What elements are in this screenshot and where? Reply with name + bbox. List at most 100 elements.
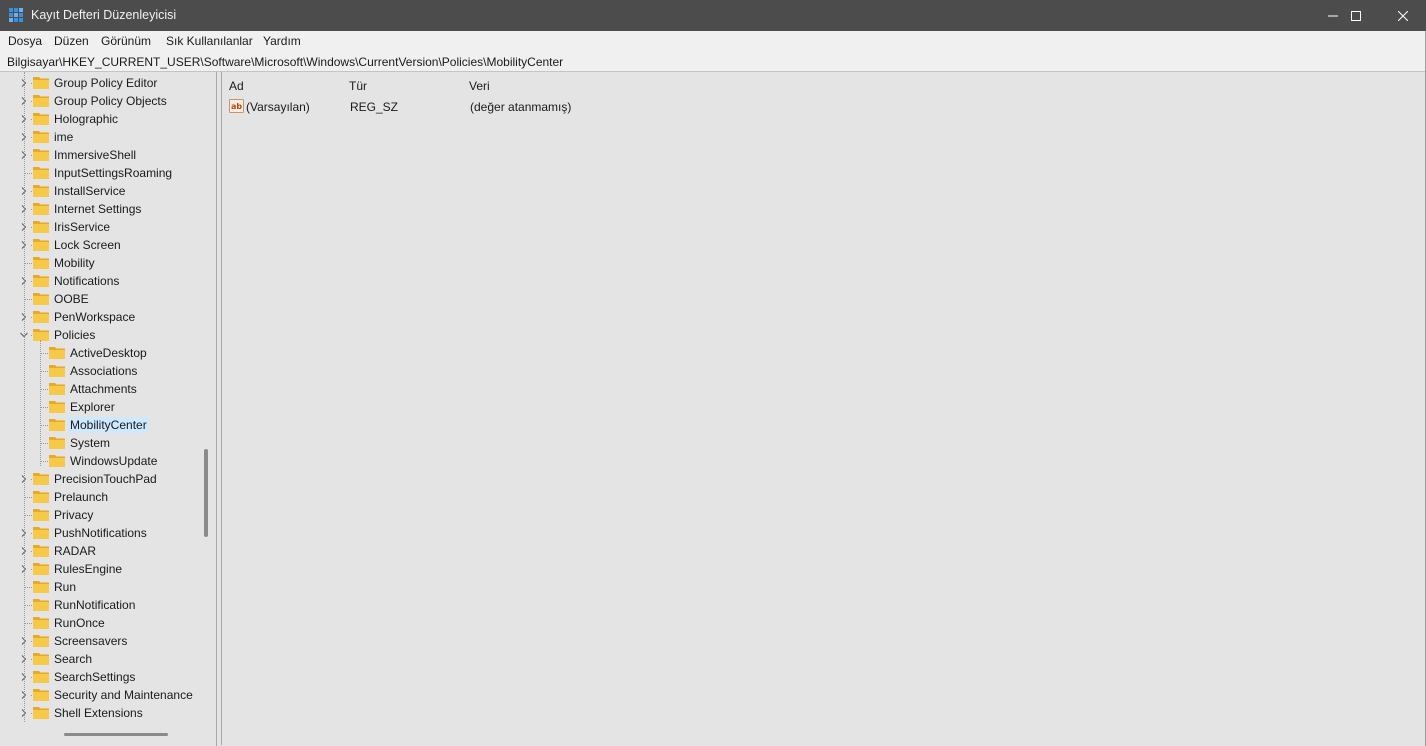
address-path[interactable]: Bilgisayar\HKEY_CURRENT_USER\Software\Mi… [7, 55, 563, 69]
tree-node-label: Associations [70, 364, 138, 378]
values-list[interactable]: Ad Tür Veri ab (Varsayılan) REG_SZ (değe… [221, 72, 1425, 745]
tree-connector-line [24, 605, 32, 606]
folder-icon [33, 329, 49, 341]
tree-vertical-scrollbar[interactable] [204, 449, 208, 537]
tree-node-explorer[interactable]: Explorer [0, 398, 210, 416]
column-header-name[interactable]: Ad [229, 79, 244, 93]
folder-icon [33, 131, 49, 143]
maximize-button[interactable] [1333, 0, 1379, 31]
tree-node-label: System [70, 436, 111, 450]
address-bar[interactable]: Bilgisayar\HKEY_CURRENT_USER\Software\Mi… [0, 52, 1426, 72]
tree-node-radar[interactable]: RADAR [0, 542, 210, 560]
folder-icon [33, 689, 49, 701]
tree-node-mobility[interactable]: Mobility [0, 254, 210, 272]
menu-dosya[interactable]: Dosya [8, 34, 42, 48]
tree-node-ime[interactable]: ime [0, 128, 210, 146]
folder-icon [33, 563, 49, 575]
menu-sik-kullanilanlar[interactable]: Sık Kullanılanlar [166, 34, 253, 48]
folder-icon [33, 509, 49, 521]
folder-icon [49, 383, 65, 395]
tree-node-precisiontouchpad[interactable]: PrecisionTouchPad [0, 470, 210, 488]
folder-icon [49, 437, 65, 449]
folder-icon [49, 419, 65, 431]
tree-node-penworkspace[interactable]: PenWorkspace [0, 308, 210, 326]
tree-node-installservice[interactable]: InstallService [0, 182, 210, 200]
tree-node-label: Lock Screen [54, 238, 121, 252]
tree-node-label: Prelaunch [54, 490, 109, 504]
tree-node-immersiveshell[interactable]: ImmersiveShell [0, 146, 210, 164]
folder-icon [33, 221, 49, 233]
folder-icon [33, 203, 49, 215]
tree-horizontal-scrollbar[interactable] [64, 733, 168, 736]
column-header-type[interactable]: Tür [349, 79, 367, 93]
tree-node-label: Notifications [54, 274, 120, 288]
folder-icon [33, 113, 49, 125]
tree-node-oobe[interactable]: OOBE [0, 290, 210, 308]
tree-node-system[interactable]: System [0, 434, 210, 452]
tree-node-label: InstallService [54, 184, 126, 198]
tree-node-windowsupdate[interactable]: WindowsUpdate [0, 452, 210, 470]
tree-connector-line [40, 407, 48, 408]
value-row[interactable]: ab (Varsayılan) REG_SZ (değer atanmamış) [227, 98, 827, 116]
tree-node-privacy[interactable]: Privacy [0, 506, 210, 524]
tree-node-lock-screen[interactable]: Lock Screen [0, 236, 210, 254]
tree-node-group-policy-objects[interactable]: Group Policy Objects [0, 92, 210, 110]
title-bar[interactable]: Kayıt Defteri Düzenleyicisi [0, 0, 1426, 31]
tree-node-screensavers[interactable]: Screensavers [0, 632, 210, 650]
tree-node-mobilitycenter[interactable]: MobilityCenter [0, 416, 210, 434]
folder-icon [33, 239, 49, 251]
menu-gorunum[interactable]: Görünüm [101, 34, 151, 48]
tree-node-label: WindowsUpdate [70, 454, 158, 468]
tree-node-prelaunch[interactable]: Prelaunch [0, 488, 210, 506]
tree-node-internet-settings[interactable]: Internet Settings [0, 200, 210, 218]
tree-node-policies[interactable]: Policies [0, 326, 210, 344]
tree-node-activedesktop[interactable]: ActiveDesktop [0, 344, 210, 362]
tree-node-inputsettingsroaming[interactable]: InputSettingsRoaming [0, 164, 210, 182]
tree-connector-line [24, 587, 32, 588]
tree-node-runonce[interactable]: RunOnce [0, 614, 210, 632]
tree-node-security-and-maintenance[interactable]: Security and Maintenance [0, 686, 210, 704]
tree-node-rulesengine[interactable]: RulesEngine [0, 560, 210, 578]
tree-node-label: ImmersiveShell [54, 148, 137, 162]
folder-icon [33, 473, 49, 485]
folder-icon [49, 401, 65, 413]
registry-tree[interactable]: Group Policy Editor Group Policy Objects H… [0, 72, 217, 746]
tree-node-label: ime [54, 130, 74, 144]
tree-node-attachments[interactable]: Attachments [0, 380, 210, 398]
folder-icon [33, 149, 49, 161]
tree-node-group-policy-editor[interactable]: Group Policy Editor [0, 74, 210, 92]
tree-node-run[interactable]: Run [0, 578, 210, 596]
folder-icon [33, 95, 49, 107]
column-header-data[interactable]: Veri [469, 79, 490, 93]
tree-connector-line [24, 72, 25, 722]
tree-node-pushnotifications[interactable]: PushNotifications [0, 524, 210, 542]
folder-icon [33, 617, 49, 629]
tree-node-label: PushNotifications [54, 526, 147, 540]
tree-node-associations[interactable]: Associations [0, 362, 210, 380]
tree-node-shell-extensions[interactable]: Shell Extensions [0, 704, 210, 722]
tree-connector-line [40, 443, 48, 444]
close-button[interactable] [1380, 0, 1426, 31]
folder-icon [49, 365, 65, 377]
tree-connector-line [24, 497, 32, 498]
folder-icon [33, 185, 49, 197]
tree-node-irisservice[interactable]: IrisService [0, 218, 210, 236]
menu-duzen[interactable]: Düzen [54, 34, 89, 48]
tree-node-label: Explorer [70, 400, 115, 414]
folder-icon [33, 491, 49, 503]
folder-icon [33, 311, 49, 323]
tree-node-runnotification[interactable]: RunNotification [0, 596, 210, 614]
folder-icon [33, 275, 49, 287]
tree-node-notifications[interactable]: Notifications [0, 272, 210, 290]
folder-icon [33, 527, 49, 539]
tree-node-label: RulesEngine [54, 562, 123, 576]
tree-node-holographic[interactable]: Holographic [0, 110, 210, 128]
tree-node-label: Group Policy Editor [54, 76, 158, 90]
tree-node-label: RADAR [54, 544, 97, 558]
tree-node-searchsettings[interactable]: SearchSettings [0, 668, 210, 686]
tree-connector-line [40, 371, 48, 372]
menu-yardim[interactable]: Yardım [263, 34, 301, 48]
tree-node-label: ActiveDesktop [70, 346, 147, 360]
tree-node-label: SearchSettings [54, 670, 136, 684]
tree-node-search[interactable]: Search [0, 650, 210, 668]
